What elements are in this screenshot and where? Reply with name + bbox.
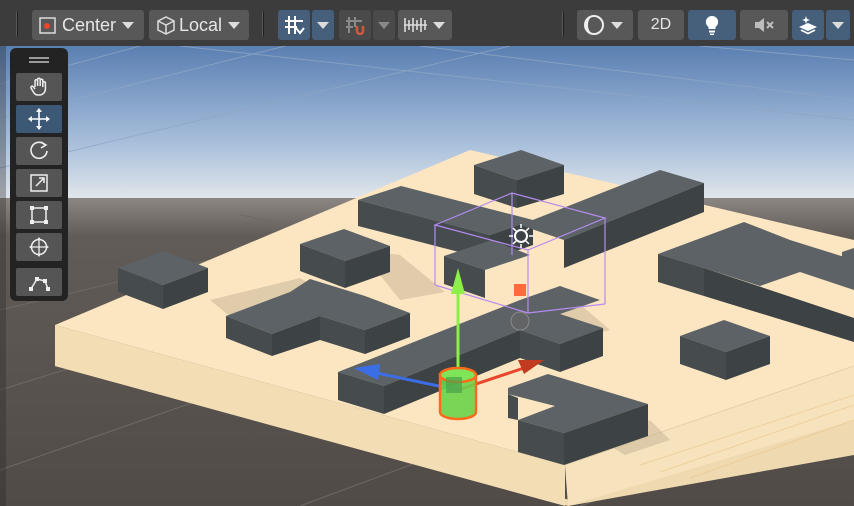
scale-icon <box>28 172 50 194</box>
chevron-down-icon <box>122 21 135 29</box>
chevron-down-icon <box>228 21 241 29</box>
chevron-down-icon <box>433 21 445 29</box>
scale-tool-button[interactable] <box>16 169 62 197</box>
rotate-icon <box>27 139 51 163</box>
grid-settings-dropdown[interactable] <box>312 10 334 40</box>
hand-icon <box>28 76 50 98</box>
layers-effects-icon <box>797 14 819 36</box>
snap-settings-dropdown[interactable] <box>373 10 395 40</box>
toggle-2d-button[interactable]: 2D <box>638 10 684 40</box>
overlay-drag-handle[interactable] <box>29 57 49 63</box>
chevron-down-icon <box>832 21 844 29</box>
move-tool-button[interactable] <box>16 105 62 133</box>
selected-cylinder[interactable] <box>438 366 478 421</box>
left-panel-edge <box>0 46 6 506</box>
custom-editor-tool-button[interactable] <box>16 268 62 296</box>
toolbar-separator <box>16 12 18 36</box>
increment-snap-button[interactable] <box>339 10 371 40</box>
pivot-mode-label: Center <box>62 14 117 35</box>
shaded-sphere-icon <box>582 13 606 37</box>
custom-tool-icon <box>27 271 51 293</box>
snap-magnet-icon <box>344 14 366 36</box>
scene-effects-dropdown[interactable] <box>826 10 850 40</box>
grid-snapping-button[interactable] <box>278 10 310 40</box>
draw-mode-dropdown[interactable] <box>577 10 633 40</box>
scene-lighting-button[interactable] <box>688 10 736 40</box>
rect-icon <box>28 204 50 226</box>
hand-tool-button[interactable] <box>16 73 62 101</box>
transform-tool-button[interactable] <box>16 233 62 261</box>
transform-icon <box>27 235 51 259</box>
move-icon <box>27 107 51 131</box>
grid-ruler-icon <box>403 14 429 36</box>
two-d-label: 2D <box>650 16 672 33</box>
chevron-down-icon <box>378 21 390 29</box>
chevron-down-icon <box>317 21 329 29</box>
scene-audio-button[interactable] <box>740 10 788 40</box>
lightbulb-icon <box>702 14 722 36</box>
grid-visibility-dropdown[interactable] <box>398 10 452 40</box>
grid-snap-icon <box>283 14 305 36</box>
rotate-tool-button[interactable] <box>16 137 62 165</box>
pivot-mode-dropdown[interactable]: Center <box>32 10 144 40</box>
scene-effects-button[interactable] <box>792 10 824 40</box>
rect-tool-button[interactable] <box>16 201 62 229</box>
tools-overlay <box>10 48 68 301</box>
chevron-down-icon <box>611 21 623 29</box>
pivot-rotation-dropdown[interactable]: Local <box>149 10 249 40</box>
local-cube-icon <box>155 14 177 36</box>
toolbar-separator <box>562 12 564 36</box>
scene-viewport[interactable] <box>0 46 854 506</box>
scene-render <box>0 46 854 506</box>
scene-toolbar: Center Local 2D <box>0 0 854 47</box>
pivot-center-icon <box>38 15 58 35</box>
pivot-rotation-label: Local <box>179 14 223 35</box>
mute-speaker-icon <box>753 15 775 35</box>
toolbar-separator <box>262 12 264 36</box>
